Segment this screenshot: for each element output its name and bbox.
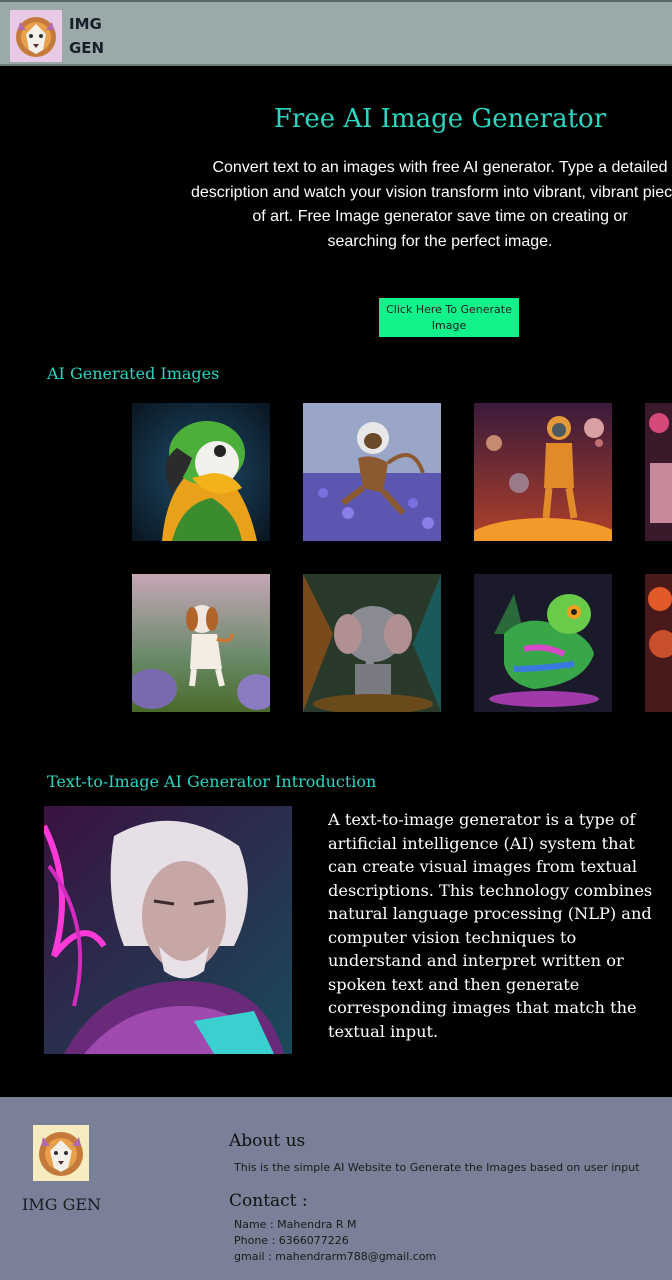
gallery-title: AI Generated Images [47,364,220,383]
contact-info: Name : Mahendra R M Phone : 6366077226 g… [234,1217,436,1265]
white-haired-warrior-image[interactable] [44,806,292,1054]
footer-brand: IMG GEN [22,1195,102,1214]
brand-name: IMG GEN [69,15,105,57]
page-title: Free AI Image Generator [273,104,607,134]
hero-description: Convert text to an images with free AI g… [190,159,672,250]
contact-name: Name : Mahendra R M [234,1218,357,1231]
footer: IMG GEN About us This is the simple AI W… [0,1097,672,1280]
generate-image-button[interactable]: Click Here To Generate Image [379,298,519,337]
contact-heading: Contact : [229,1191,308,1211]
partial-image-1[interactable] [645,403,672,541]
intro-title: Text-to-Image AI Generator Introduction [47,772,377,791]
intro-description: A text-to-image generator is a type of a… [328,810,653,1041]
about-heading: About us [229,1131,306,1151]
about-text: This is the simple AI Website to Generat… [234,1161,640,1174]
chameleon-image[interactable] [474,574,612,712]
astronaut-monkey-image[interactable] [303,403,441,541]
astronaut-space-image[interactable] [474,403,612,541]
elephant-image[interactable] [303,574,441,712]
contact-phone: Phone : 6366077226 [234,1234,349,1247]
contact-email[interactable]: gmail : mahendrarm788@gmail.com [234,1249,436,1265]
parrot-image[interactable] [132,403,270,541]
lion-logo-icon[interactable] [33,1125,89,1181]
top-header: IMG GEN [0,0,672,66]
partial-image-2[interactable] [645,574,672,712]
lion-logo-icon[interactable] [10,10,62,62]
beagle-dog-image[interactable] [132,574,270,712]
